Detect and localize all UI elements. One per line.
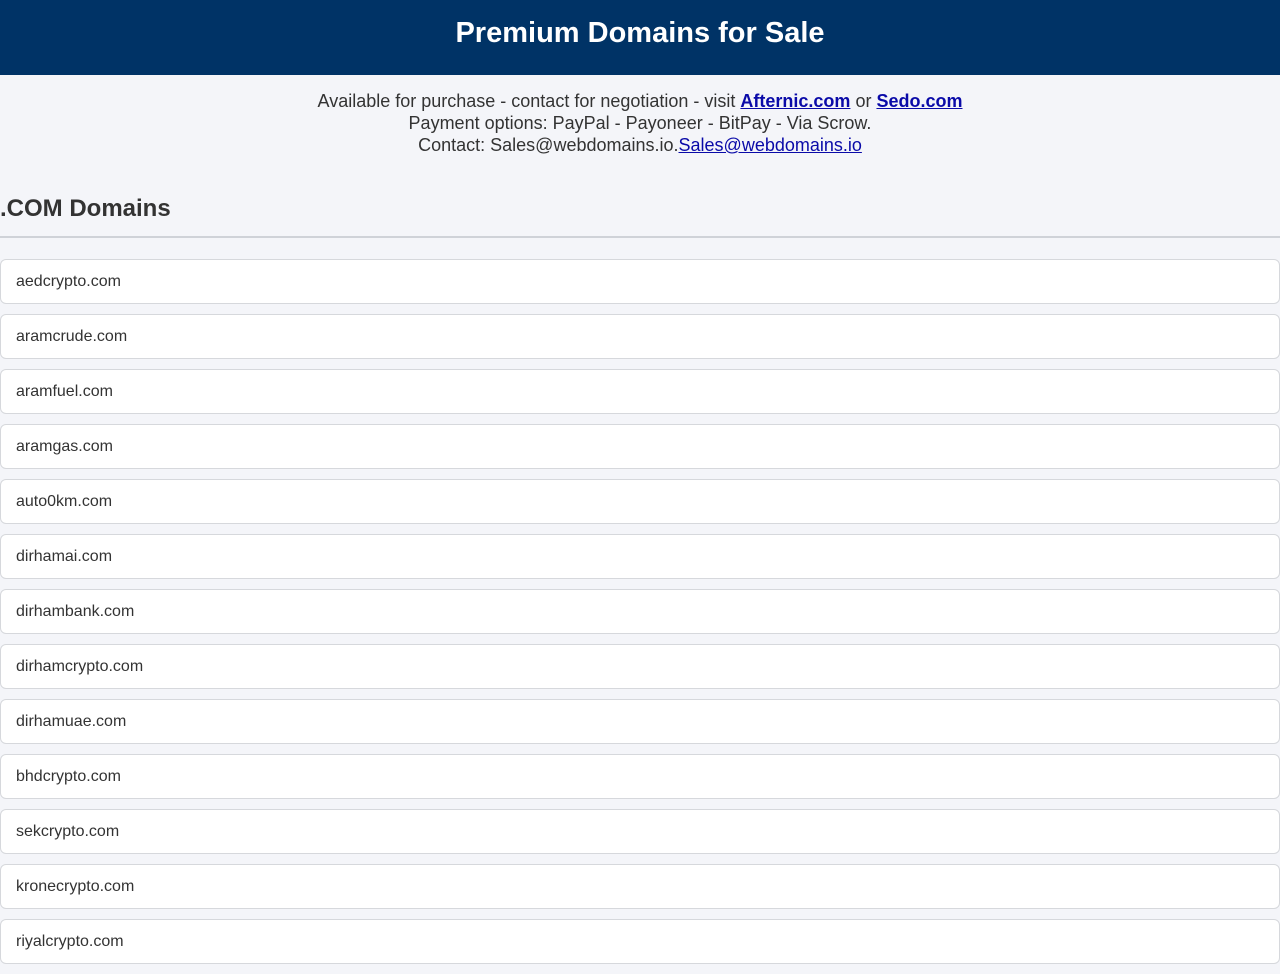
domain-list-item[interactable]: sekcrypto.com <box>0 809 1280 854</box>
email-link[interactable]: Sales@webdomains.io <box>679 135 862 155</box>
purchase-info-text: Available for purchase - contact for neg… <box>317 91 741 111</box>
domain-list-item[interactable]: bhdcrypto.com <box>0 754 1280 799</box>
contact-text: Contact: Sales@webdomains.io. <box>418 135 679 155</box>
domain-list-item[interactable]: dirhamuae.com <box>0 699 1280 744</box>
afternic-link[interactable]: Afternic.com <box>740 91 850 111</box>
domain-list-item[interactable]: aramgas.com <box>0 424 1280 469</box>
domain-list-item[interactable]: dirhambank.com <box>0 589 1280 634</box>
domain-list: aedcrypto.com aramcrude.com aramfuel.com… <box>0 259 1280 974</box>
domain-list-item[interactable]: kronecrypto.com <box>0 864 1280 909</box>
info-block: Available for purchase - contact for neg… <box>0 75 1280 156</box>
domain-list-item[interactable]: aedcrypto.com <box>0 259 1280 304</box>
or-text: or <box>850 91 877 111</box>
payment-options-line: Payment options: PayPal - Payoneer - Bit… <box>408 113 872 133</box>
section-title: .COM Domains <box>0 195 171 222</box>
page-title: Premium Domains for Sale <box>455 17 825 49</box>
domain-list-item[interactable]: riyalcrypto.com <box>0 919 1280 964</box>
purchase-info-line: Available for purchase - contact for neg… <box>0 90 1280 112</box>
domain-list-item[interactable]: auto0km.com <box>0 479 1280 524</box>
section-divider <box>0 236 1280 238</box>
domain-list-item[interactable]: dirhamcrypto.com <box>0 644 1280 689</box>
domain-list-item[interactable]: dirhamai.com <box>0 534 1280 579</box>
contact-line: Contact: Sales@webdomains.io.Sales@webdo… <box>0 134 1280 156</box>
domain-list-item[interactable]: aramfuel.com <box>0 369 1280 414</box>
page-header: Premium Domains for Sale <box>0 0 1280 75</box>
domain-list-item[interactable]: aramcrude.com <box>0 314 1280 359</box>
sedo-link[interactable]: Sedo.com <box>876 91 962 111</box>
